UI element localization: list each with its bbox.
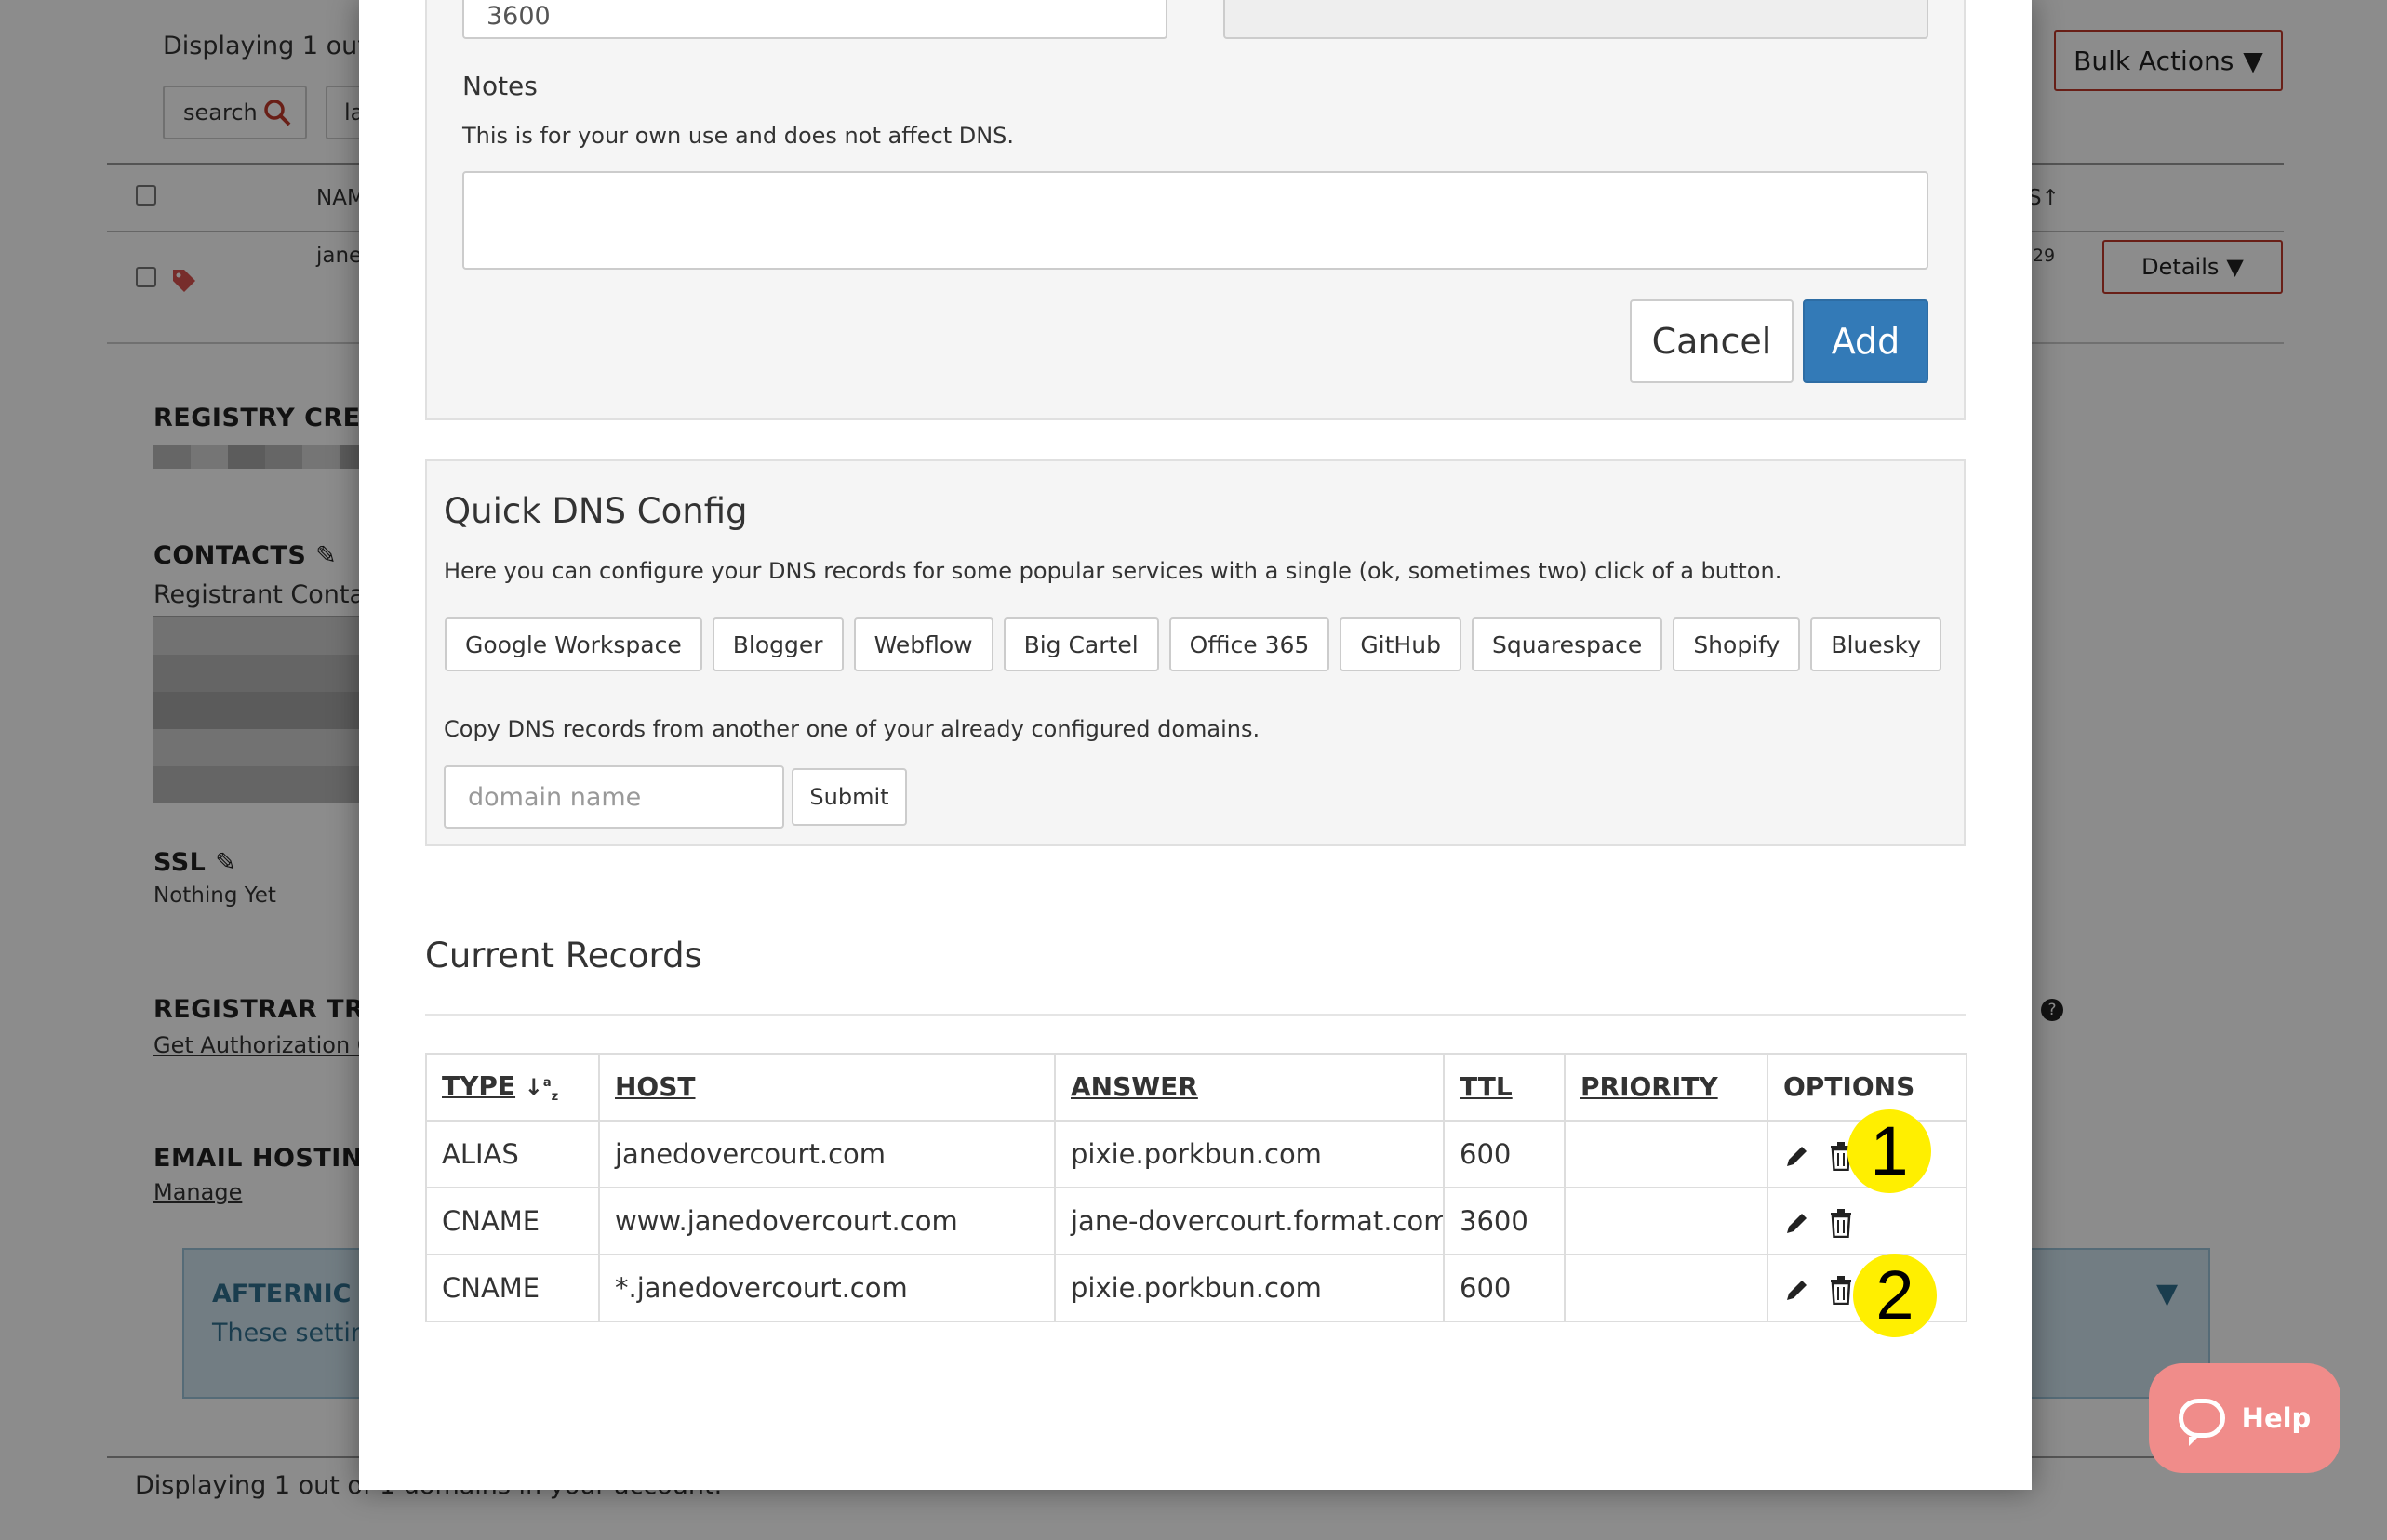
cancel-button[interactable]: Cancel bbox=[1630, 299, 1794, 383]
table-row: ALIAS janedovercourt.com pixie.porkbun.c… bbox=[425, 1120, 1967, 1188]
record-ttl: 3600 bbox=[1443, 1187, 1566, 1255]
record-type: CNAME bbox=[425, 1254, 600, 1322]
pencil-icon[interactable] bbox=[1783, 1209, 1811, 1237]
table-row: CNAME www.janedovercourt.com jane-doverc… bbox=[425, 1187, 1967, 1255]
record-host: janedovercourt.com bbox=[598, 1120, 1056, 1188]
domain-name-input[interactable]: domain name bbox=[444, 765, 784, 829]
google-workspace-button[interactable]: Google Workspace bbox=[445, 617, 702, 671]
chat-bubble-icon bbox=[2178, 1399, 2225, 1446]
github-button[interactable]: GitHub bbox=[1340, 617, 1461, 671]
squarespace-button[interactable]: Squarespace bbox=[1471, 617, 1663, 671]
ttl-column-header[interactable]: TTL bbox=[1443, 1053, 1566, 1122]
bluesky-button[interactable]: Bluesky bbox=[1810, 617, 1942, 671]
record-type: CNAME bbox=[425, 1187, 600, 1255]
trash-icon[interactable] bbox=[1829, 1208, 1853, 1238]
submit-button[interactable]: Submit bbox=[792, 768, 907, 826]
type-column-header[interactable]: TYPE ↓az bbox=[425, 1053, 600, 1122]
copy-records-description: Copy DNS records from another one of you… bbox=[444, 716, 1260, 742]
blogger-button[interactable]: Blogger bbox=[712, 617, 844, 671]
pencil-icon[interactable] bbox=[1783, 1276, 1811, 1304]
record-host: *.janedovercourt.com bbox=[598, 1254, 1056, 1322]
help-button[interactable]: Help bbox=[2149, 1363, 2340, 1473]
notes-textarea[interactable] bbox=[462, 171, 1928, 270]
annotation-marker-1: 1 bbox=[1847, 1109, 1931, 1193]
record-answer: pixie.porkbun.com bbox=[1054, 1254, 1445, 1322]
domain-name-placeholder: domain name bbox=[468, 782, 642, 812]
record-options bbox=[1767, 1187, 1967, 1255]
notes-label: Notes bbox=[462, 71, 538, 101]
add-button[interactable]: Add bbox=[1803, 299, 1928, 383]
dns-records-modal: 3600 Notes This is for your own use and … bbox=[359, 0, 2032, 1490]
webflow-button[interactable]: Webflow bbox=[853, 617, 993, 671]
shopify-button[interactable]: Shopify bbox=[1673, 617, 1801, 671]
divider bbox=[425, 1014, 1966, 1016]
host-column-header[interactable]: HOST bbox=[598, 1053, 1056, 1122]
annotation-marker-2: 2 bbox=[1853, 1254, 1937, 1337]
ttl-column-label: TTL bbox=[1460, 1071, 1513, 1103]
ttl-input[interactable]: 3600 bbox=[462, 0, 1167, 39]
pencil-icon[interactable] bbox=[1783, 1142, 1811, 1170]
record-priority bbox=[1564, 1120, 1768, 1188]
record-priority bbox=[1564, 1254, 1768, 1322]
host-column-label: HOST bbox=[615, 1071, 696, 1103]
record-ttl: 600 bbox=[1443, 1254, 1566, 1322]
options-column-header: OPTIONS bbox=[1767, 1053, 1967, 1122]
priority-input-disabled bbox=[1223, 0, 1928, 39]
record-ttl: 600 bbox=[1443, 1120, 1566, 1188]
quick-dns-title: Quick DNS Config bbox=[444, 491, 748, 531]
notes-hint: This is for your own use and does not af… bbox=[462, 123, 1015, 149]
office-365-button[interactable]: Office 365 bbox=[1168, 617, 1330, 671]
quick-dns-service-buttons: Google Workspace Blogger Webflow Big Car… bbox=[445, 617, 1942, 671]
records-table: TYPE ↓az HOST ANSWER TTL PRIORITY OPTION… bbox=[425, 1053, 1967, 1322]
quick-dns-description: Here you can configure your DNS records … bbox=[444, 558, 1782, 584]
priority-column-header[interactable]: PRIORITY bbox=[1564, 1053, 1768, 1122]
help-label: Help bbox=[2241, 1402, 2312, 1434]
table-row: CNAME *.janedovercourt.com pixie.porkbun… bbox=[425, 1254, 1967, 1322]
sort-icon[interactable]: ↓az bbox=[525, 1074, 558, 1104]
type-column-label: TYPE bbox=[442, 1069, 516, 1101]
table-header-row: TYPE ↓az HOST ANSWER TTL PRIORITY OPTION… bbox=[425, 1053, 1967, 1122]
trash-icon[interactable] bbox=[1829, 1275, 1853, 1305]
record-answer: jane-dovercourt.format.com bbox=[1054, 1187, 1445, 1255]
options-column-label: OPTIONS bbox=[1783, 1071, 1915, 1103]
record-type: ALIAS bbox=[425, 1120, 600, 1188]
big-cartel-button[interactable]: Big Cartel bbox=[1003, 617, 1159, 671]
ttl-input-value: 3600 bbox=[487, 1, 551, 31]
record-answer: pixie.porkbun.com bbox=[1054, 1120, 1445, 1188]
answer-column-header[interactable]: ANSWER bbox=[1054, 1053, 1445, 1122]
current-records-title: Current Records bbox=[425, 936, 702, 976]
priority-column-label: PRIORITY bbox=[1580, 1071, 1718, 1103]
answer-column-label: ANSWER bbox=[1071, 1071, 1198, 1103]
record-priority bbox=[1564, 1187, 1768, 1255]
record-host: www.janedovercourt.com bbox=[598, 1187, 1056, 1255]
